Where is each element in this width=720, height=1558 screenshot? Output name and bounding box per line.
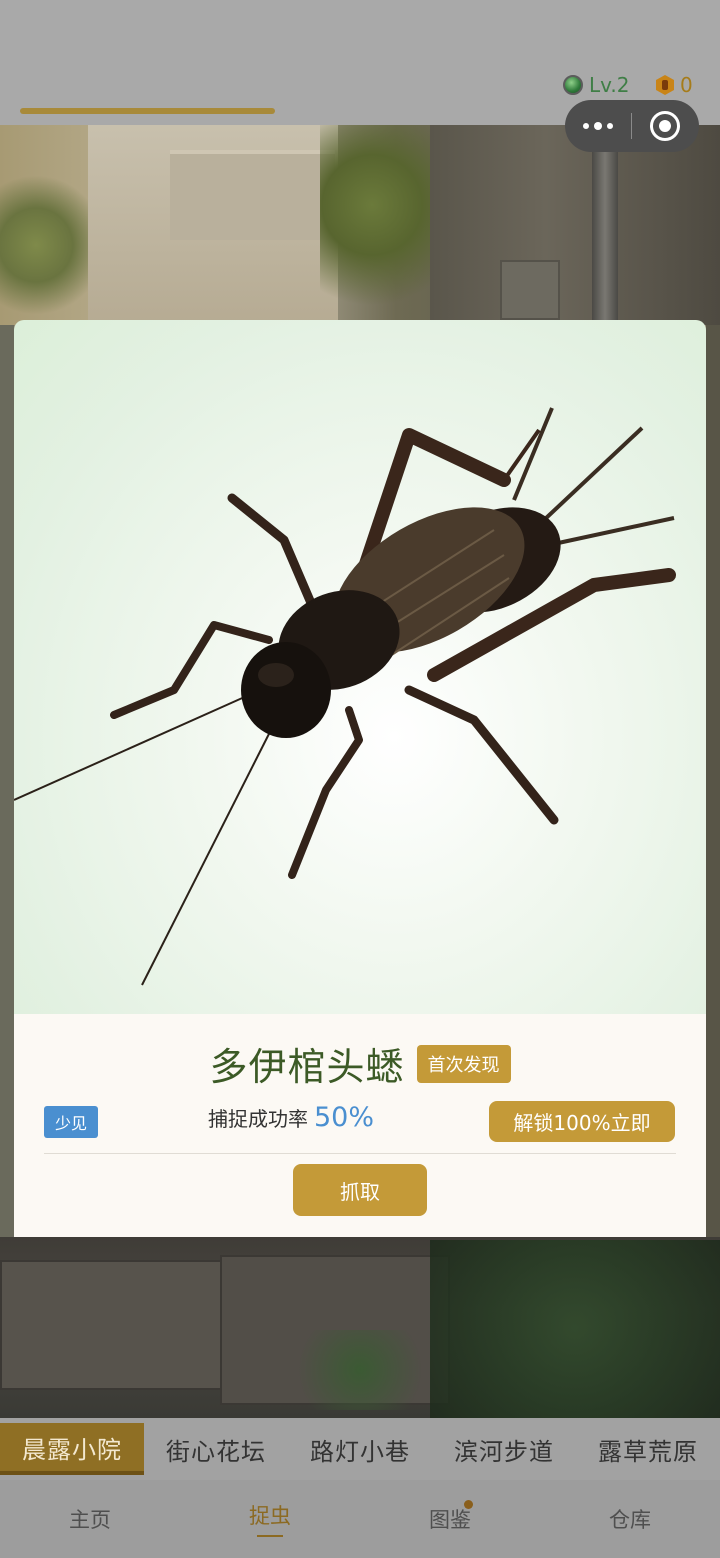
scene-tree: [0, 170, 90, 320]
coin-indicator: 0: [656, 72, 693, 98]
target-circle-icon[interactable]: [632, 100, 698, 152]
unlock-100-button[interactable]: 解锁100%立即: [489, 1101, 675, 1142]
scene-grass: [430, 1240, 720, 1418]
nav-guide[interactable]: 图鉴: [360, 1480, 540, 1558]
coin-count: 0: [680, 73, 693, 97]
scene-side-right: [706, 325, 720, 1237]
insect-card: 多伊棺头蟋 首次发现 少见 捕捉成功率 50% 解锁100%立即 抓取: [14, 320, 706, 1237]
cricket-illustration: [14, 407, 676, 986]
location-tab-street-flowerbed[interactable]: 街心花坛: [144, 1418, 288, 1480]
insect-image-area: [14, 320, 706, 1014]
catch-rate-value: 50%: [314, 1102, 375, 1133]
scene-pipe: [592, 140, 618, 325]
location-tab-lamp-alley[interactable]: 路灯小巷: [288, 1418, 432, 1480]
nav-catch-label: 捉虫: [249, 1504, 291, 1528]
nav-guide-label: 图鉴: [429, 1508, 471, 1532]
scene-grass: [280, 1330, 440, 1410]
progress-bar: [20, 108, 275, 114]
insect-name-row: 多伊棺头蟋 首次发现: [14, 1036, 706, 1091]
catch-rate-label: 捕捉成功率: [208, 1107, 308, 1131]
insect-name: 多伊棺头蟋: [209, 1045, 405, 1089]
level-indicator: Lv.2: [563, 72, 630, 98]
location-tab-dew-grass-wilds[interactable]: 露草荒原: [576, 1418, 720, 1480]
location-tab-morning-dew-yard[interactable]: 晨露小院: [0, 1423, 144, 1475]
scene-meter-box: [500, 260, 560, 320]
scene-side-left: [0, 325, 14, 1237]
location-tabs: 晨露小院 街心花坛 路灯小巷 滨河步道 露草荒原: [0, 1418, 720, 1480]
first-discovery-badge: 首次发现: [416, 1044, 511, 1083]
gem-icon: [563, 75, 583, 95]
level-text: Lv.2: [589, 73, 630, 97]
notification-dot: [464, 1500, 473, 1509]
miniprogram-capsule: [565, 100, 699, 152]
nav-storage-label: 仓库: [609, 1508, 651, 1532]
nav-home-label: 主页: [69, 1508, 111, 1532]
catch-rate: 捕捉成功率 50%: [208, 1102, 374, 1133]
catch-button[interactable]: 抓取: [293, 1164, 427, 1216]
nav-home[interactable]: 主页: [0, 1480, 180, 1558]
divider: [44, 1153, 676, 1154]
scene-balcony: [170, 150, 335, 240]
bottom-nav: 主页 捉虫 图鉴 仓库: [0, 1480, 720, 1558]
more-dots-icon[interactable]: [565, 100, 631, 152]
rarity-badge: 少见: [44, 1106, 99, 1138]
nav-catch[interactable]: 捉虫: [180, 1480, 360, 1558]
insect-info-panel: 多伊棺头蟋 首次发现 少见 捕捉成功率 50% 解锁100%立即 抓取: [14, 1014, 706, 1237]
nav-storage[interactable]: 仓库: [540, 1480, 720, 1558]
location-tab-riverside-walk[interactable]: 滨河步道: [432, 1418, 576, 1480]
scene-wall: [430, 125, 720, 325]
coin-icon: [656, 75, 674, 95]
